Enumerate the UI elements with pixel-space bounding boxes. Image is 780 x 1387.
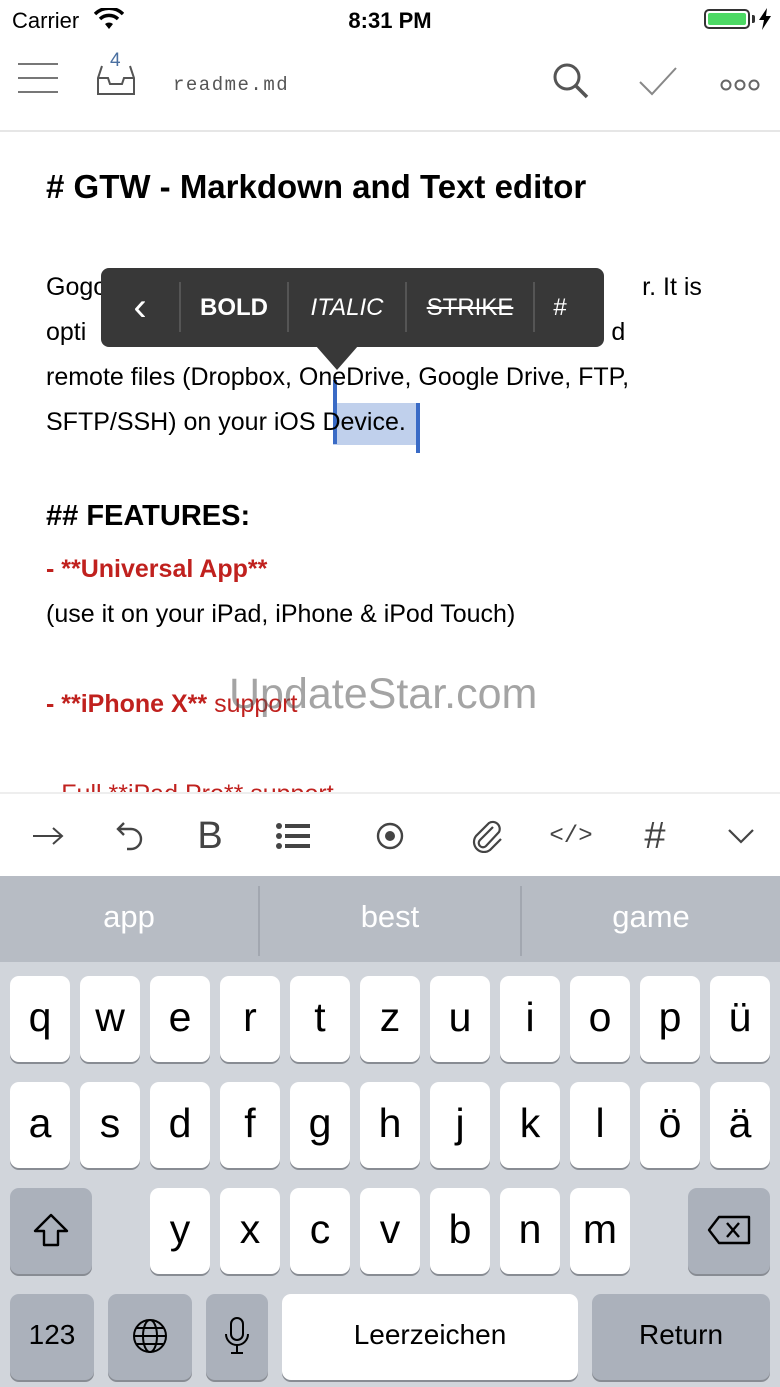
watermark: UpdateStar.com — [229, 670, 538, 718]
charging-bolt-icon — [759, 8, 771, 30]
key-ue[interactable]: ü — [710, 976, 770, 1062]
line2-end: d — [611, 318, 626, 346]
key-c[interactable]: c — [290, 1188, 350, 1274]
key-x[interactable]: x — [220, 1188, 280, 1274]
feature-ipad-pro-partial[interactable]: - Full **iPad Pro** support — [46, 780, 334, 792]
suggestion-3[interactable]: game — [522, 876, 780, 962]
line2-start: opti — [46, 318, 87, 346]
top-toolbar: 4 readme.md — [0, 40, 780, 132]
checkmark-icon[interactable] — [638, 66, 678, 96]
selected-word[interactable]: Device — [322, 408, 398, 436]
line1-end: r. It is — [642, 273, 702, 301]
key-ae[interactable]: ä — [710, 1082, 770, 1168]
key-d[interactable]: d — [150, 1082, 210, 1168]
battery-icon — [704, 9, 750, 29]
popup-bold-button[interactable]: BOLD — [181, 268, 287, 347]
popup-italic-button[interactable]: ITALIC — [289, 268, 405, 347]
return-key[interactable]: Return — [592, 1294, 770, 1380]
key-i[interactable]: i — [500, 976, 560, 1062]
feature2-bold: - **iPhone X** — [46, 690, 208, 718]
popup-hash-button[interactable]: # — [535, 268, 585, 347]
key-oe[interactable]: ö — [640, 1082, 700, 1168]
key-e[interactable]: e — [150, 976, 210, 1062]
suggestion-2[interactable]: best — [260, 876, 520, 962]
key-g[interactable]: g — [290, 1082, 350, 1168]
status-bar: Carrier 8:31 PM — [0, 0, 780, 40]
search-icon[interactable] — [552, 62, 590, 100]
list-icon[interactable] — [266, 794, 320, 878]
undo-icon[interactable] — [105, 794, 155, 878]
key-z[interactable]: z — [360, 976, 420, 1062]
hash-icon[interactable]: # — [630, 794, 680, 878]
code-icon[interactable]: </> — [542, 794, 600, 878]
keyboard: app best game q w e r t z u i o p ü a s … — [0, 876, 780, 1387]
paragraph-line-4[interactable]: SFTP/SSH) on your iOS Device. — [46, 400, 406, 445]
dictation-key[interactable] — [206, 1294, 268, 1380]
key-b[interactable]: b — [430, 1188, 490, 1274]
feature-universal-desc[interactable]: (use it on your iPad, iPhone & iPod Touc… — [46, 592, 515, 637]
key-o[interactable]: o — [570, 976, 630, 1062]
key-f[interactable]: f — [220, 1082, 280, 1168]
selection-handle-end[interactable] — [416, 403, 420, 453]
format-popup-menu: ‹ BOLD ITALIC STRIKE # — [101, 268, 604, 347]
key-n[interactable]: n — [500, 1188, 560, 1274]
chevron-down-icon[interactable] — [716, 794, 766, 878]
shift-icon — [33, 1213, 69, 1247]
key-s[interactable]: s — [80, 1082, 140, 1168]
bold-icon[interactable]: B — [184, 794, 236, 878]
key-m[interactable]: m — [570, 1188, 630, 1274]
key-a[interactable]: a — [10, 1082, 70, 1168]
microphone-icon — [225, 1317, 249, 1354]
numbers-key[interactable]: 123 — [10, 1294, 94, 1380]
attachment-icon[interactable] — [462, 794, 514, 878]
shift-key[interactable] — [10, 1188, 92, 1274]
format-toolbar: B </> # — [0, 792, 780, 876]
space-key[interactable]: Leerzeichen — [282, 1294, 578, 1380]
popup-pointer — [316, 346, 358, 370]
inbox-count-badge: 4 — [110, 50, 121, 71]
globe-key[interactable] — [108, 1294, 192, 1380]
backspace-key[interactable] — [688, 1188, 770, 1274]
feature-universal-app[interactable]: - **Universal App** — [46, 555, 267, 584]
key-v[interactable]: v — [360, 1188, 420, 1274]
key-l[interactable]: l — [570, 1082, 630, 1168]
clock: 8:31 PM — [348, 8, 432, 33]
suggestion-bar: app best game — [0, 876, 780, 962]
key-h[interactable]: h — [360, 1082, 420, 1168]
key-u[interactable]: u — [430, 976, 490, 1062]
globe-icon — [133, 1319, 167, 1353]
backspace-icon — [707, 1215, 751, 1245]
line4-end: . — [398, 408, 406, 436]
document-title[interactable]: readme.md — [173, 74, 289, 96]
key-j[interactable]: j — [430, 1082, 490, 1168]
line4-start: SFTP/SSH) on your iOS — [46, 408, 323, 436]
popup-back-button[interactable]: ‹ — [101, 268, 179, 347]
battery-tip — [752, 15, 755, 23]
key-w[interactable]: w — [80, 976, 140, 1062]
key-y[interactable]: y — [150, 1188, 210, 1274]
more-icon[interactable] — [720, 79, 760, 91]
menu-icon[interactable] — [18, 62, 58, 94]
key-r[interactable]: r — [220, 976, 280, 1062]
key-k[interactable]: k — [500, 1082, 560, 1168]
doc-heading[interactable]: # GTW - Markdown and Text editor — [46, 168, 586, 206]
suggestion-1[interactable]: app — [0, 876, 258, 962]
key-p[interactable]: p — [640, 976, 700, 1062]
popup-strike-button[interactable]: STRIKE — [407, 268, 533, 347]
key-q[interactable]: q — [10, 976, 70, 1062]
line1-start: Gogo — [46, 273, 108, 301]
key-t[interactable]: t — [290, 976, 350, 1062]
features-heading[interactable]: ## FEATURES: — [46, 500, 250, 533]
indent-arrow-icon[interactable] — [22, 794, 74, 878]
record-icon[interactable] — [364, 794, 416, 878]
